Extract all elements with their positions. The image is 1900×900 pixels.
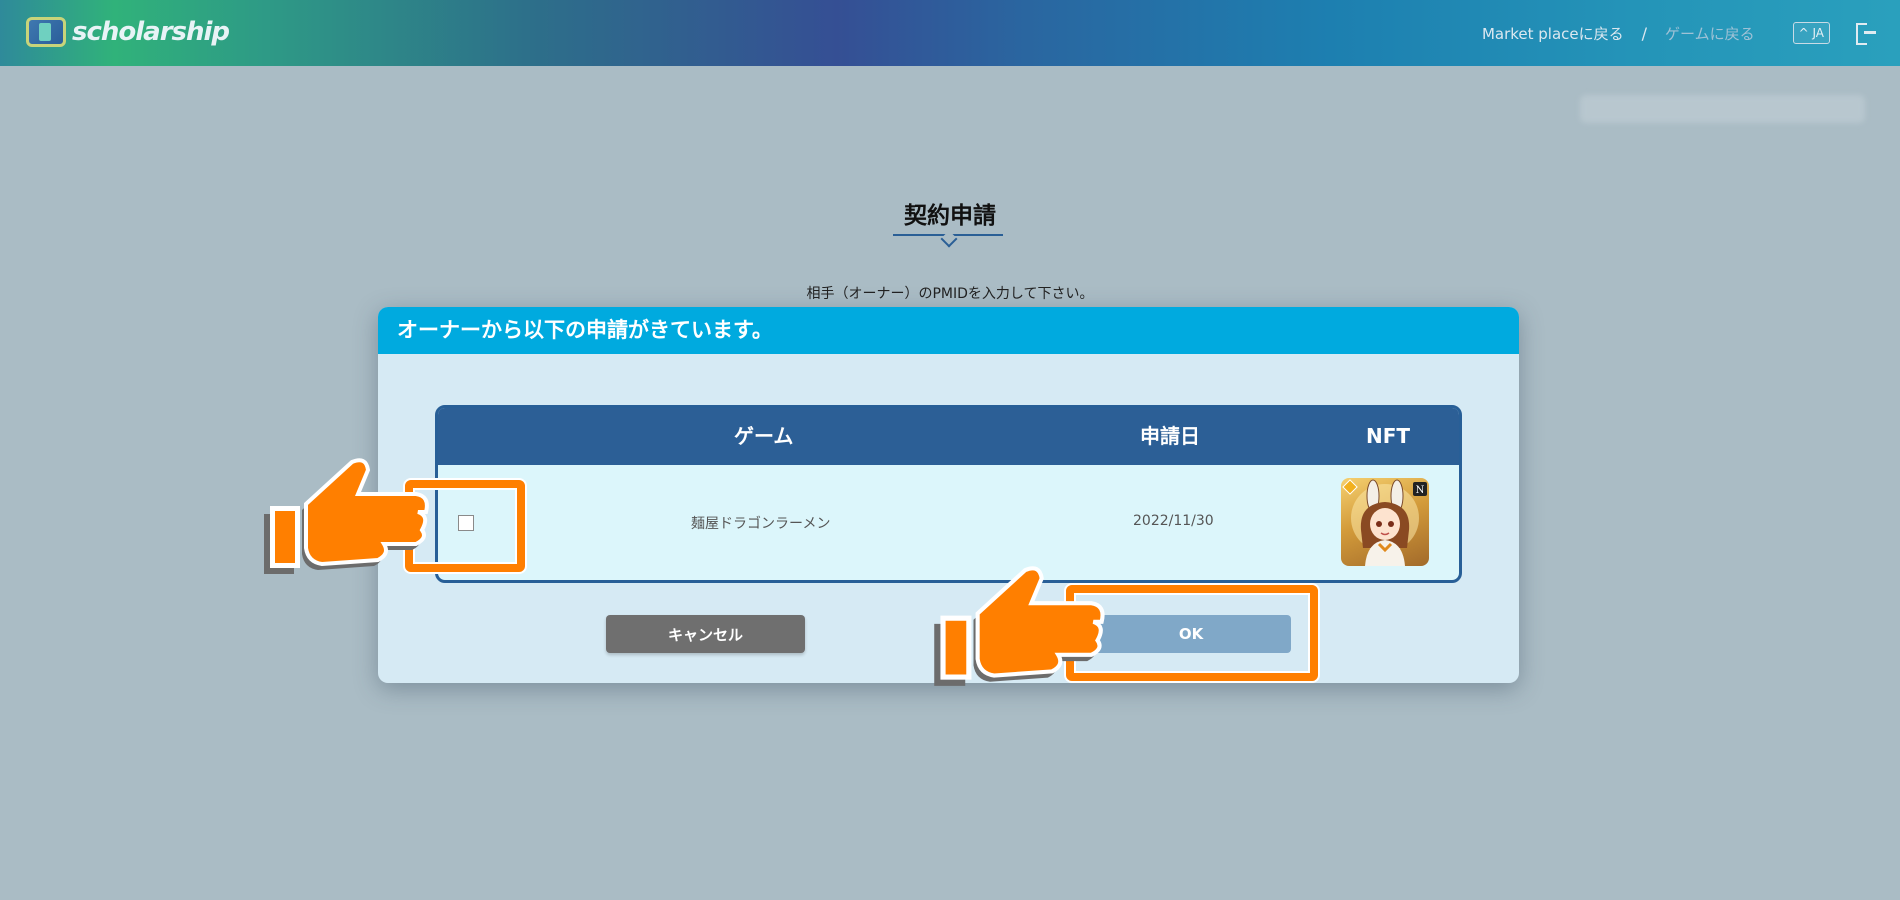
table-row: 麺屋ドラゴンラーメン 2022/11/30 N [438,465,1459,580]
request-date: 2022/11/30 [1133,513,1214,529]
scholarship-logo[interactable]: scholarship [26,14,230,50]
header-nav: Market placeに戻る / ゲームに戻る ^ JA [1482,0,1900,66]
column-header-date: 申請日 [1140,424,1200,448]
top-header: scholarship Market placeに戻る / ゲームに戻る ^ J… [0,0,1900,66]
column-header-nft: NFT [1366,424,1411,448]
pointing-hand-icon [264,458,429,574]
logo-text: scholarship [72,17,230,47]
column-header-game: ゲーム [734,424,794,448]
cancel-button[interactable]: キャンセル [606,615,805,653]
logout-icon[interactable] [1856,21,1878,45]
language-select[interactable]: ^ JA [1792,22,1830,44]
nft-thumbnail: N [1341,478,1429,566]
modal-title: オーナーから以下の申請がきています。 [378,307,1519,354]
pointing-hand-icon [934,566,1105,686]
nft-rarity-badge: N [1416,485,1425,496]
table-header: ゲーム 申請日 NFT [438,408,1459,465]
game-name: 麺屋ドラゴンラーメン [691,516,831,532]
blurred-user-info [1580,95,1865,123]
nav-separator: / [1641,23,1648,43]
back-to-marketplace-link[interactable]: Market placeに戻る [1482,23,1624,44]
pmid-instruction: 相手（オーナー）のPMIDを入力して下さい。 [806,286,1094,302]
page-title: 契約申請 [904,203,996,229]
logo-icon [26,17,66,47]
back-to-game-link[interactable]: ゲームに戻る [1665,23,1755,44]
request-table: ゲーム 申請日 NFT 麺屋ドラゴンラーメン 2022/11/30 N [435,405,1462,583]
